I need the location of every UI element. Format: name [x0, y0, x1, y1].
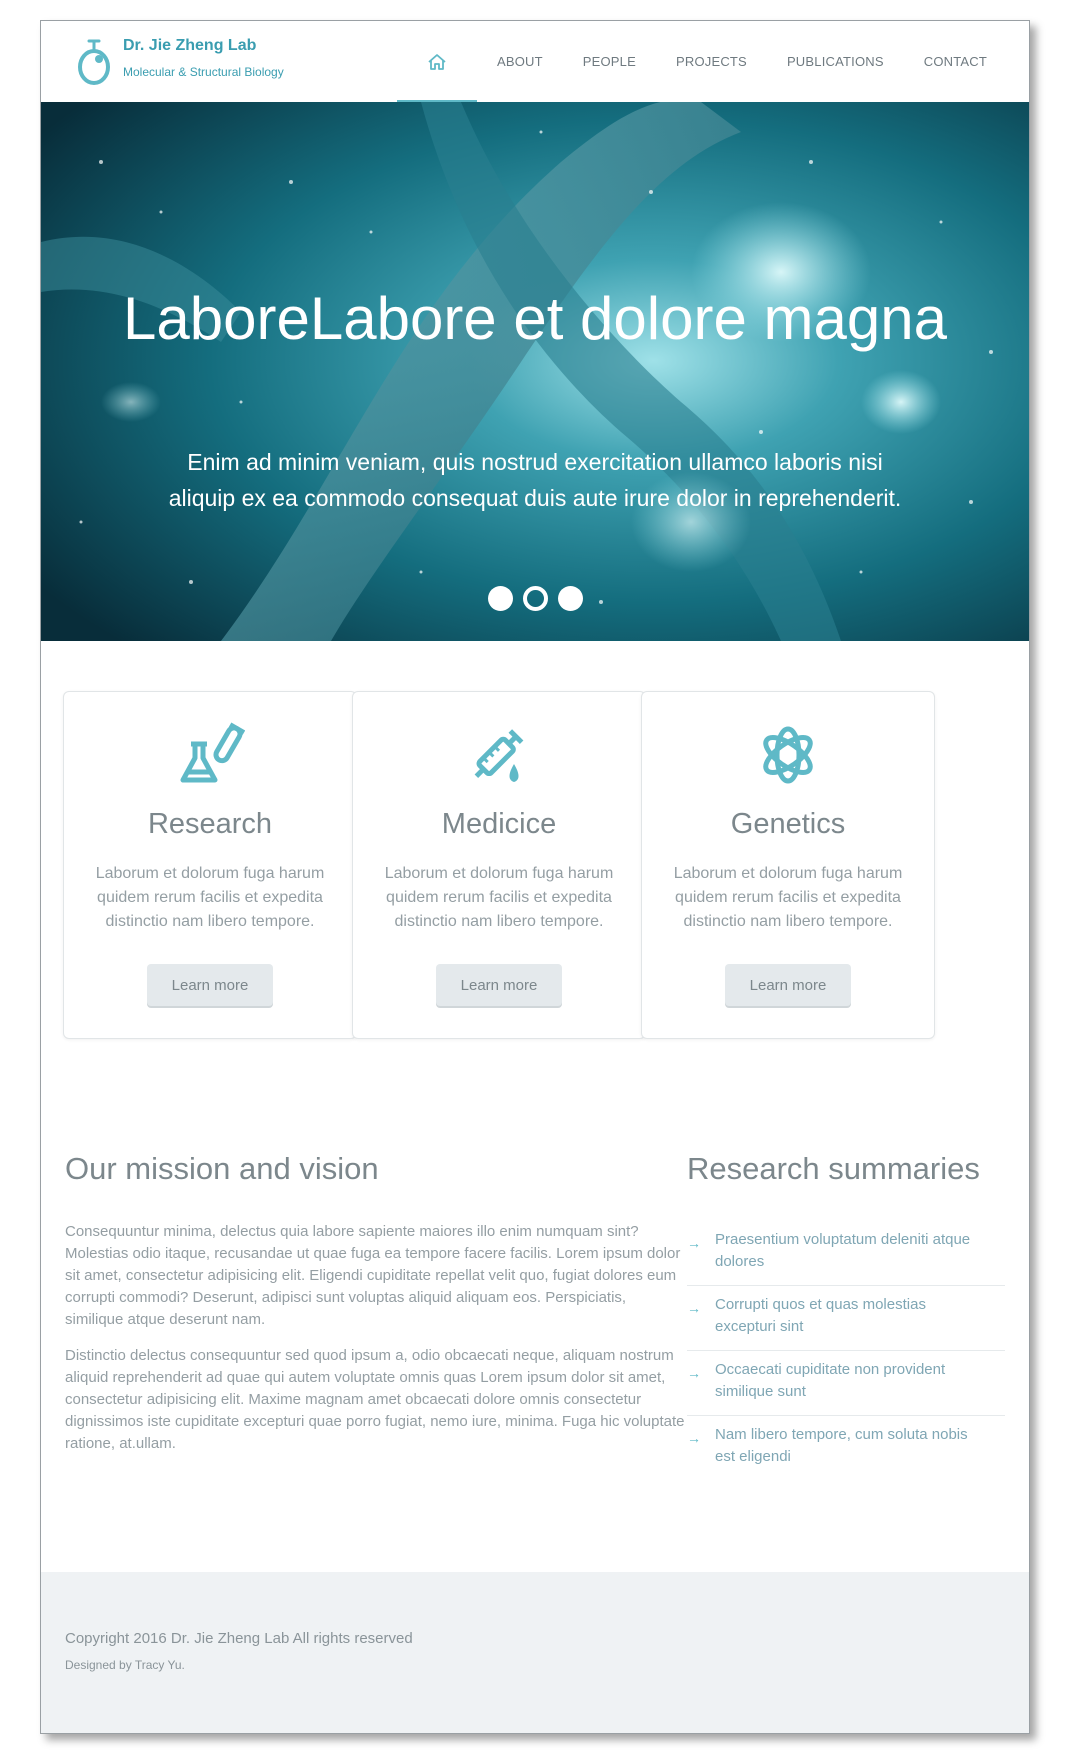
slide-dot-2[interactable] [522, 586, 548, 611]
flask-icon [180, 722, 245, 783]
copyright-text: Copyright 2016 Dr. Jie Zheng Lab All rig… [65, 1630, 413, 1647]
arrow-right-icon: → [687, 1235, 701, 1251]
site-footer: Copyright 2016 Dr. Jie Zheng Lab All rig… [41, 1572, 1029, 1733]
summary-link[interactable]: Praesentium voluptatum deleniti atque do… [715, 1229, 981, 1273]
card-title: Genetics [730, 808, 846, 840]
nav-publications[interactable]: PUBLICATIONS [767, 21, 904, 102]
brand-subtitle: Molecular & Structural Biology [123, 65, 284, 79]
nav-home[interactable] [396, 21, 477, 102]
card-title: Research [147, 808, 273, 840]
nav-contact[interactable]: CONTACT [904, 21, 1029, 102]
card-medicine: Medicice Laborum et dolorum fuga harum q… [352, 691, 646, 1039]
card-genetics: Genetics Laborum et dolorum fuga harum q… [641, 691, 935, 1039]
hero-text: Enim ad minim veniam, quis nostrud exerc… [168, 449, 902, 511]
page-frame: Dr. Jie Zheng Lab Molecular & Structural… [40, 20, 1030, 1734]
syringe-icon [474, 729, 524, 782]
designer-credit: Designed by Tracy Yu. [65, 1658, 185, 1672]
atom-icon [763, 726, 813, 784]
card-text: Laborum et dolorum fuga harum quidem rer… [95, 865, 325, 930]
arrow-right-icon: → [687, 1365, 701, 1381]
flask-logo-icon[interactable] [75, 35, 115, 85]
hero-background-dna-image [41, 102, 1029, 641]
slide-dot-1[interactable] [487, 586, 513, 611]
learn-more-button[interactable]: Learn more [147, 964, 273, 1006]
nav-projects[interactable]: PROJECTS [656, 21, 767, 102]
mission-title: Our mission and vision [65, 1151, 379, 1186]
main-nav: ABOUT PEOPLE PROJECTS PUBLICATIONS CONTA… [396, 21, 1029, 102]
summary-item[interactable]: → Praesentium voluptatum deleniti atque … [687, 1229, 1005, 1286]
home-icon [428, 53, 446, 70]
arrow-right-icon: → [687, 1430, 701, 1446]
card-title: Medicice [441, 808, 557, 840]
learn-more-button[interactable]: Learn more [725, 964, 851, 1006]
summary-item[interactable]: → Nam libero tempore, cum soluta nobis e… [687, 1424, 1005, 1480]
hero-title: LaboreLabore et dolore magna [123, 285, 947, 352]
slider-dots [41, 586, 1029, 611]
summary-link[interactable]: Nam libero tempore, cum soluta nobis est… [715, 1424, 981, 1468]
card-research: Research Laborum et dolorum fuga harum q… [63, 691, 357, 1039]
nav-people[interactable]: PEOPLE [563, 21, 656, 102]
summary-link[interactable]: Corrupti quos et quas molestias exceptur… [715, 1294, 981, 1338]
card-text: Laborum et dolorum fuga harum quidem rer… [384, 865, 614, 930]
site-header: Dr. Jie Zheng Lab Molecular & Structural… [41, 21, 1029, 102]
hero-slider: LaboreLabore et dolore magna Enim ad min… [41, 102, 1029, 641]
summary-item[interactable]: → Corrupti quos et quas molestias except… [687, 1294, 1005, 1351]
nav-about[interactable]: ABOUT [477, 21, 563, 102]
mission-paragraph: Distinctio delectus consequuntur sed quo… [65, 1347, 685, 1452]
summary-item[interactable]: → Occaecati cupiditate non provident sim… [687, 1359, 1005, 1416]
card-text: Laborum et dolorum fuga harum quidem rer… [673, 865, 903, 930]
arrow-right-icon: → [687, 1300, 701, 1316]
summary-link[interactable]: Occaecati cupiditate non provident simil… [715, 1359, 981, 1403]
mission-paragraph: Consequuntur minima, delectus quia labor… [65, 1223, 681, 1328]
brand-title[interactable]: Dr. Jie Zheng Lab [123, 37, 256, 55]
slide-dot-3[interactable] [557, 586, 583, 611]
summaries-title: Research summaries [687, 1151, 980, 1186]
learn-more-button[interactable]: Learn more [436, 964, 562, 1006]
